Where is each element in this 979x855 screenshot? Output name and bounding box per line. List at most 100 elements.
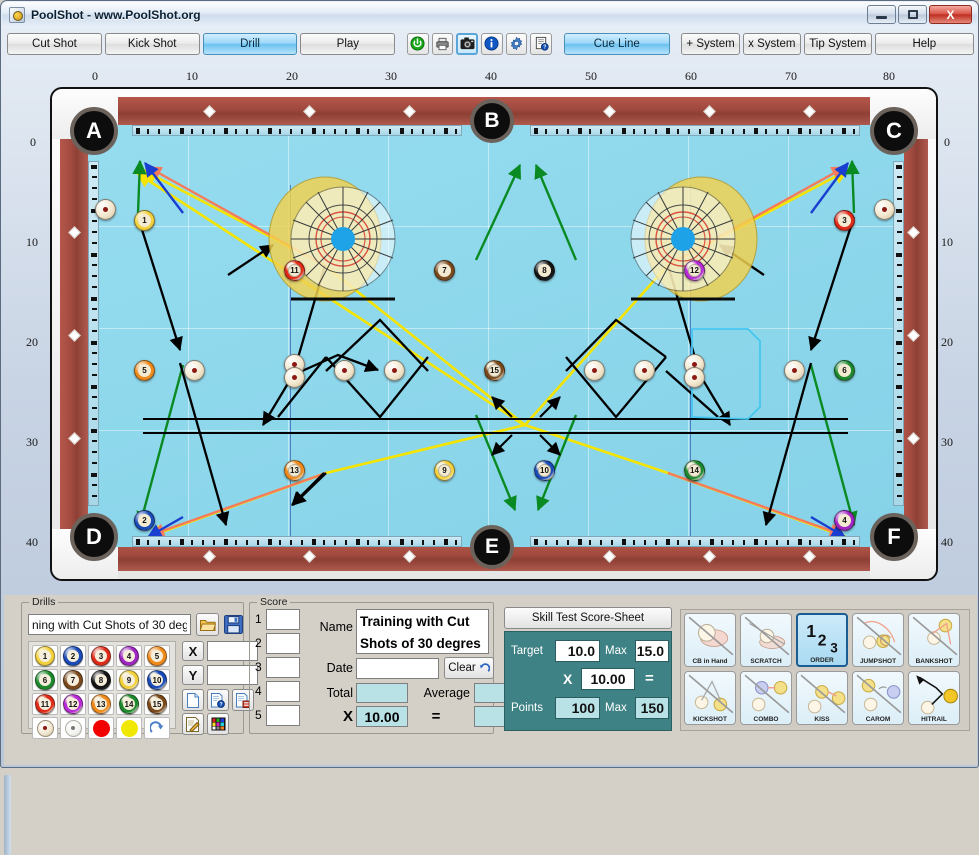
palette-ball-3[interactable]: 3 [91, 646, 111, 666]
notes-button[interactable] [182, 713, 204, 735]
yellow-dot-swatch[interactable] [120, 719, 138, 737]
help-doc-button[interactable]: ? [530, 32, 553, 55]
ball-6[interactable]: 6 [834, 360, 855, 381]
score-value-3[interactable] [266, 657, 300, 678]
skill-test-header[interactable]: Skill Test Score-Sheet [504, 607, 672, 629]
pocket-e[interactable]: E [470, 525, 514, 569]
points-value[interactable]: 100 [555, 697, 600, 719]
cue-ball-2[interactable] [874, 199, 895, 220]
page-help-button[interactable]: ? [207, 689, 229, 711]
palette-ball-13[interactable]: 13 [91, 694, 111, 714]
palette-cell-2[interactable]: 2 [60, 645, 86, 667]
palette-cell-13[interactable]: 13 [88, 693, 114, 715]
open-drill-button[interactable] [196, 613, 219, 636]
x-coord-button[interactable]: X [182, 641, 204, 661]
ball-8[interactable]: 8 [534, 260, 555, 281]
ball-palette[interactable]: 1 2 3 4 5 6 7 8 9 10 11 12 13 14 15 [28, 641, 176, 739]
ball-2[interactable]: 2 [134, 510, 155, 531]
redo-arrow-icon[interactable] [149, 720, 166, 737]
cue-ball-1[interactable] [95, 199, 116, 220]
palette-cell-1[interactable]: 1 [32, 645, 58, 667]
palette-cell-redo-arrow-icon[interactable] [144, 717, 170, 739]
ball-9[interactable]: 9 [434, 460, 455, 481]
cue-ball-10[interactable] [684, 367, 705, 388]
palette-cell-14[interactable]: 14 [116, 693, 142, 715]
palette-cell-10[interactable]: 10 [144, 669, 170, 691]
ball-11[interactable]: 11 [284, 260, 305, 281]
camera-button[interactable] [456, 32, 479, 55]
pocket-d[interactable]: D [70, 513, 118, 561]
ball-10[interactable]: 10 [534, 460, 555, 481]
ghost-ball-swatch[interactable] [64, 719, 82, 737]
palette-ball-14[interactable]: 14 [119, 694, 139, 714]
shot-tile-hitrail[interactable]: HITRAIL [908, 671, 960, 725]
shot-tile-carom[interactable]: CAROM [852, 671, 904, 725]
palette-cell-yellow-dot-swatch[interactable] [116, 717, 142, 739]
score-value-4[interactable] [266, 681, 300, 702]
multiplier-value[interactable]: 10.00 [356, 706, 408, 727]
ball-13[interactable]: 13 [284, 460, 305, 481]
ball-14[interactable]: 14 [684, 460, 705, 481]
palette-ball-5[interactable]: 5 [147, 646, 167, 666]
palette-cell-6[interactable]: 6 [32, 669, 58, 691]
shot-tile-cb-in-hand[interactable]: CB in Hand [684, 613, 736, 667]
palette-cell-cue-ball-swatch[interactable] [32, 717, 58, 739]
new-page-button[interactable] [182, 689, 204, 711]
ball-12[interactable]: 12 [684, 260, 705, 281]
cue-ball-12[interactable] [384, 360, 405, 381]
minimize-button[interactable] [867, 5, 896, 24]
settings-button[interactable] [505, 32, 528, 55]
palette-cell-5[interactable]: 5 [144, 645, 170, 667]
cue-ball-8[interactable] [284, 367, 305, 388]
cue-ball-11[interactable] [334, 360, 355, 381]
ball-5[interactable]: 5 [134, 360, 155, 381]
palette-cell-4[interactable]: 4 [116, 645, 142, 667]
cue-ball-13[interactable] [584, 360, 605, 381]
color-palette-button[interactable] [207, 713, 229, 735]
palette-cell-12[interactable]: 12 [60, 693, 86, 715]
target-value[interactable]: 10.0 [555, 640, 600, 662]
pocket-a[interactable]: A [70, 107, 118, 155]
palette-ball-11[interactable]: 11 [35, 694, 55, 714]
date-input[interactable] [356, 658, 439, 679]
tab-play[interactable]: Play [300, 32, 396, 55]
cue-line-button[interactable]: Cue Line [563, 32, 670, 55]
palette-ball-1[interactable]: 1 [35, 646, 55, 666]
tab-cut-shot[interactable]: Cut Shot [7, 32, 102, 55]
save-drill-button[interactable] [222, 613, 245, 636]
ball-1[interactable]: 1 [134, 210, 155, 231]
cue-ball-swatch[interactable] [36, 719, 54, 737]
ball-7[interactable]: 7 [434, 260, 455, 281]
tip-system-button[interactable]: Tip System [803, 32, 872, 55]
total-value[interactable] [356, 683, 408, 703]
score-value-5[interactable] [266, 705, 300, 726]
palette-cell-ghost-ball-swatch[interactable] [60, 717, 86, 739]
ball-3[interactable]: 3 [834, 210, 855, 231]
palette-cell-red-dot-swatch[interactable] [88, 717, 114, 739]
palette-ball-7[interactable]: 7 [63, 670, 83, 690]
shot-tile-bankshot[interactable]: BANKSHOT [908, 613, 960, 667]
palette-ball-10[interactable]: 10 [147, 670, 167, 690]
print-button[interactable] [431, 32, 454, 55]
pool-table[interactable]: 1 2 3 4 5 6 7 8 9 10 11 12 13 14 15 A B C D E F [50, 87, 938, 581]
palette-cell-3[interactable]: 3 [88, 645, 114, 667]
tab-kick-shot[interactable]: Kick Shot [104, 32, 200, 55]
shot-type-grid[interactable]: CB in Hand SCRATCH 1 2 3 ORDER JUMPSHOT BANKSHO… [680, 609, 970, 731]
palette-ball-8[interactable]: 8 [91, 670, 111, 690]
palette-cell-8[interactable]: 8 [88, 669, 114, 691]
power-button[interactable] [406, 32, 429, 55]
palette-cell-11[interactable]: 11 [32, 693, 58, 715]
maximize-button[interactable] [898, 5, 927, 24]
tab-drill[interactable]: Drill [202, 32, 298, 55]
y-coord-button[interactable]: Y [182, 665, 204, 685]
drill-name-input[interactable] [28, 614, 191, 635]
help-button[interactable]: Help [874, 32, 975, 55]
left-scroll-handle[interactable] [4, 775, 11, 855]
drill-title-value[interactable]: Training with Cut Shots of 30 degres [356, 609, 489, 654]
target-max-value[interactable]: 15.0 [635, 640, 669, 662]
red-dot-swatch[interactable] [92, 719, 110, 737]
palette-ball-9[interactable]: 9 [119, 670, 139, 690]
cue-ball-6[interactable] [784, 360, 805, 381]
shot-tile-scratch[interactable]: SCRATCH [740, 613, 792, 667]
palette-ball-4[interactable]: 4 [119, 646, 139, 666]
